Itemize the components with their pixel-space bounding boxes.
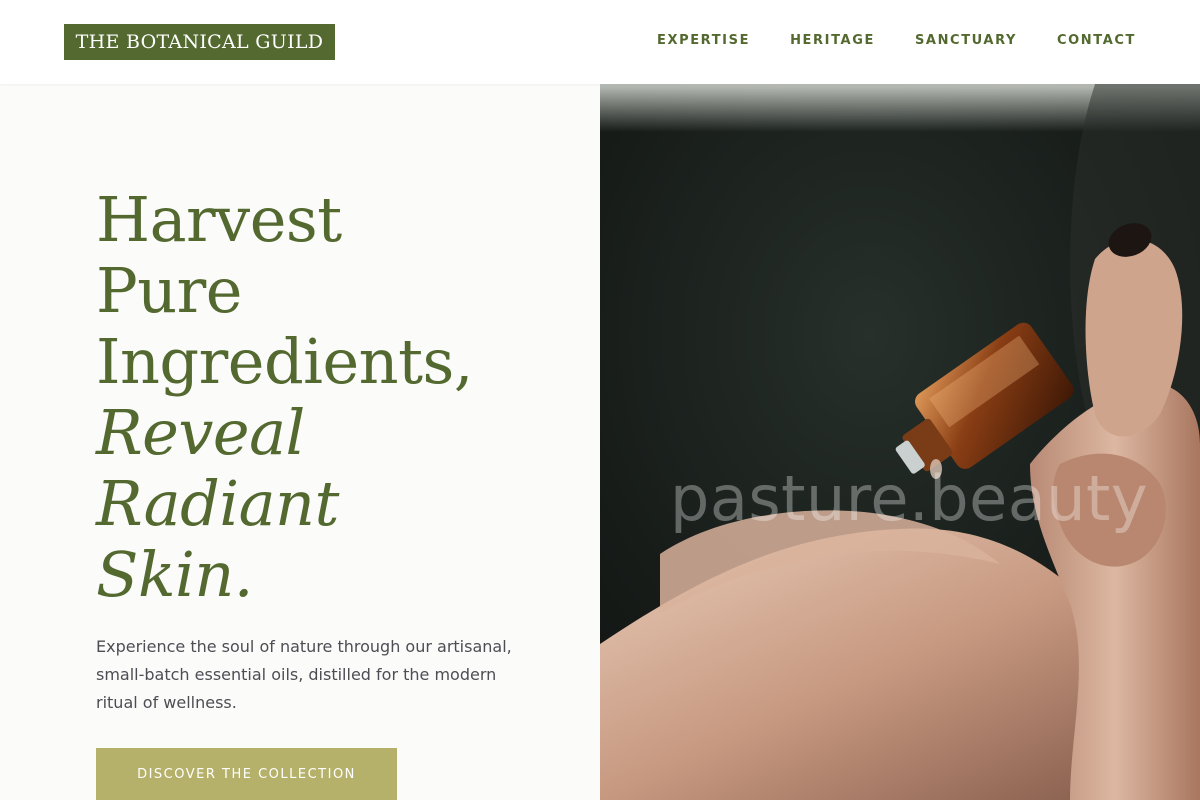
hero-photo: pasture.beauty — [600, 84, 1200, 800]
nav-item-sanctuary[interactable]: SANCTUARY — [915, 32, 1017, 50]
hero-subtext: Experience the soul of nature through ou… — [96, 637, 512, 712]
headline-line: Harvest — [96, 183, 342, 256]
brand-logo[interactable]: THE BOTANICAL GUILD — [64, 24, 335, 60]
site-header: THE BOTANICAL GUILD EXPERTISE HERITAGE S… — [0, 0, 1200, 84]
headline-italic-line: Radiant — [96, 467, 339, 540]
essential-oil-dropper-photo — [600, 84, 1200, 800]
headline-line: Ingredients, — [96, 325, 474, 398]
nav-item-expertise[interactable]: EXPERTISE — [657, 32, 750, 50]
main-nav: EXPERTISE HERITAGE SANCTUARY CONTACT — [617, 32, 1136, 50]
hero-headline: Harvest Pure Ingredients, Reveal Radiant… — [96, 184, 576, 610]
headline-italic-line: Skin. — [96, 538, 254, 611]
nav-item-heritage[interactable]: HERITAGE — [790, 32, 875, 50]
headline-line: Pure — [96, 254, 242, 327]
hero-text-panel: Harvest Pure Ingredients, Reveal Radiant… — [0, 84, 600, 800]
headline-italic-line: Reveal — [96, 396, 305, 469]
nav-item-contact[interactable]: CONTACT — [1057, 32, 1136, 50]
discover-collection-button[interactable]: DISCOVER THE COLLECTION — [96, 748, 397, 800]
image-watermark: pasture.beauty — [670, 462, 1149, 535]
